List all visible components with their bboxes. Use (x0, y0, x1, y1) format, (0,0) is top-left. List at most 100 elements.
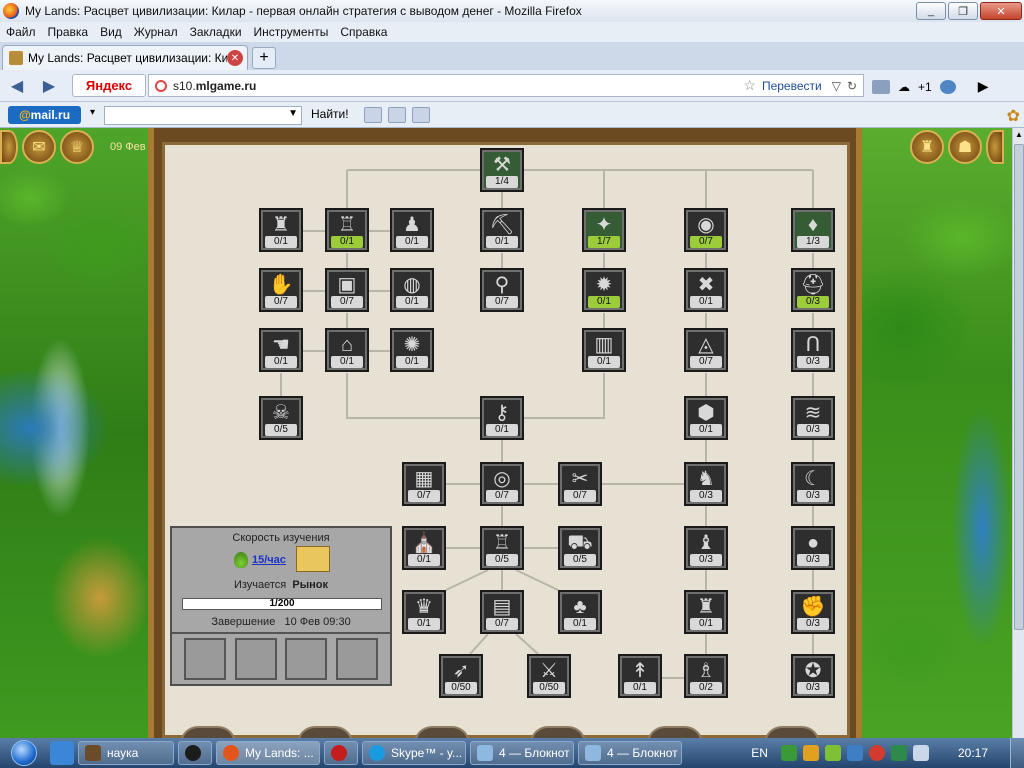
minimize-button[interactable]: _ (916, 2, 946, 20)
mailru-search-input[interactable]: ▼ (104, 106, 302, 125)
research-node-treasure[interactable]: ✦ 1/7 (582, 208, 626, 252)
url-dropdown-icon[interactable]: ▽ (832, 79, 841, 93)
site-identity-icon[interactable] (155, 79, 167, 92)
research-node-army[interactable]: ♝ 0/3 (684, 526, 728, 570)
bookmark-star-icon[interactable]: ☆ (743, 77, 756, 94)
taskbar-item-opera[interactable] (324, 741, 358, 765)
research-node-pawn[interactable]: ♟ 0/1 (390, 208, 434, 252)
research-node-eye-pyramid[interactable]: ◬ 0/7 (684, 328, 728, 372)
taskbar-item-notepad-2[interactable]: 4 — Блокнот (578, 741, 682, 765)
show-desktop-button[interactable] (1010, 738, 1024, 768)
research-node-monster[interactable]: ☠ 0/5 (259, 396, 303, 440)
highlight-icon[interactable] (388, 107, 406, 123)
research-node-spears[interactable]: ↟ 0/1 (618, 654, 662, 698)
menu-bookmarks[interactable]: Закладки (184, 25, 248, 39)
check-icon[interactable] (824, 745, 841, 761)
research-node-keys[interactable]: ⚷ 0/1 (480, 396, 524, 440)
forward-icon[interactable]: ▶ (38, 76, 60, 96)
tab-mylands[interactable]: My Lands: Расцвет цивилизации: Кила... ✕ (2, 45, 248, 70)
new-tab-button[interactable]: + (252, 47, 276, 69)
research-node-light[interactable]: ✺ 0/1 (390, 328, 434, 372)
research-node-guard[interactable]: ♗ 0/2 (684, 654, 728, 698)
research-node-fortress[interactable]: ♖ 0/1 (325, 208, 369, 252)
menu-file[interactable]: Файл (0, 25, 42, 39)
page-icon[interactable] (412, 107, 430, 123)
antivirus-icon[interactable] (868, 745, 885, 761)
menu-view[interactable]: Вид (94, 25, 128, 39)
research-node-chest[interactable]: ▣ 0/7 (325, 268, 369, 312)
restore-button[interactable]: ❐ (948, 2, 978, 20)
back-icon[interactable]: ◀ (6, 76, 28, 96)
research-node-castle[interactable]: ♖ 0/5 (480, 526, 524, 570)
taskbar-item-app[interactable] (178, 741, 212, 765)
research-node-crossbow[interactable]: ➶ 0/50 (439, 654, 483, 698)
yandex-search-button[interactable]: Яндекс (72, 74, 146, 97)
army-menu-icon[interactable]: ☗ (948, 130, 982, 164)
monitor-icon[interactable] (890, 745, 907, 761)
reload-icon[interactable]: ↻ (847, 79, 857, 93)
close-window-button[interactable]: ✕ (980, 2, 1022, 20)
research-node-crates[interactable]: ▦ 0/7 (402, 462, 446, 506)
trophy-icon[interactable]: ♕ (60, 130, 94, 164)
research-node-knights[interactable]: ♞ 0/3 (684, 462, 728, 506)
game-nav-right-icon[interactable] (986, 130, 1004, 164)
scroll-thumb[interactable] (1014, 144, 1024, 630)
mailru-logo[interactable]: @ mail.ru (8, 106, 81, 124)
research-node-root[interactable]: ⚒ 1/4 (480, 148, 524, 192)
find-button[interactable]: Найти! (311, 107, 349, 121)
research-node-sword[interactable]: ⚔ 0/50 (527, 654, 571, 698)
research-node-wings[interactable]: ≋ 0/3 (791, 396, 835, 440)
research-node-crown[interactable]: ♛ 0/1 (402, 590, 446, 634)
research-node-hammer[interactable]: ⚲ 0/7 (480, 268, 524, 312)
tray-app-icon[interactable] (846, 745, 863, 761)
research-node-cart[interactable]: ⛟ 0/5 (558, 526, 602, 570)
research-node-bow[interactable]: ☾ 0/3 (791, 462, 835, 506)
taskbar-item-firefox[interactable]: My Lands: ... (216, 741, 320, 765)
research-node-scroll[interactable]: ◎ 0/7 (480, 462, 524, 506)
scroll-menu-icon[interactable]: ✉ (22, 130, 56, 164)
research-node-eye[interactable]: ◉ 0/7 (684, 208, 728, 252)
menu-history[interactable]: Журнал (128, 25, 184, 39)
research-node-tree[interactable]: ♣ 0/1 (558, 590, 602, 634)
scroll-up-icon[interactable]: ▲ (1014, 130, 1024, 140)
research-slot[interactable] (335, 638, 378, 680)
tray-app-icon[interactable] (802, 745, 819, 761)
language-indicator[interactable]: EN (751, 746, 768, 760)
research-node-shield[interactable]: ⬢ 0/1 (684, 396, 728, 440)
menu-help[interactable]: Справка (334, 25, 393, 39)
text-size-icon[interactable] (364, 107, 382, 123)
translate-button[interactable]: Перевести (762, 79, 822, 93)
research-node-mask[interactable]: ✖ 0/1 (684, 268, 728, 312)
research-node-abacus[interactable]: ▤ 0/7 (480, 590, 524, 634)
taskbar-item-notepad-1[interactable]: 4 — Блокнот (470, 741, 574, 765)
research-node-handshake[interactable]: ✋ 0/7 (259, 268, 303, 312)
scroll-boost-icon[interactable] (296, 546, 330, 572)
start-button[interactable] (0, 738, 48, 768)
research-node-buildings[interactable]: ▥ 0/1 (582, 328, 626, 372)
research-node-star-circle[interactable]: ✪ 0/3 (791, 654, 835, 698)
close-tab-icon[interactable]: ✕ (227, 50, 243, 66)
menu-tools[interactable]: Инструменты (248, 25, 335, 39)
research-slot[interactable] (184, 638, 227, 680)
research-node-tools[interactable]: ✂ 0/7 (558, 462, 602, 506)
research-node-knuckles[interactable]: ✊ 0/3 (791, 590, 835, 634)
address-bar[interactable]: s10.mlgame.ru ☆ Перевести ▽ ↻ (148, 74, 864, 97)
research-node-horseshoe[interactable]: Ո 0/3 (791, 328, 835, 372)
research-node-helmet[interactable]: ⛑ 0/3 (791, 268, 835, 312)
research-node-houses[interactable]: ⌂ 0/1 (325, 328, 369, 372)
volume-icon[interactable] (912, 745, 929, 761)
castle-menu-icon[interactable]: ♜ (910, 130, 944, 164)
page-scrollbar[interactable]: ▲ (1012, 128, 1024, 738)
research-node-temple[interactable]: ⛪ 0/1 (402, 526, 446, 570)
research-slot[interactable] (234, 638, 277, 680)
network-icon[interactable] (780, 745, 797, 761)
taskbar-item-skype[interactable]: Skype™ - y... (362, 741, 466, 765)
search-dropdown-icon[interactable]: ▼ (288, 108, 298, 119)
research-rate-link[interactable]: 15/час (252, 554, 286, 566)
gear-icon[interactable]: ✿ (1007, 106, 1020, 126)
research-node-cannon[interactable]: ✹ 0/1 (582, 268, 626, 312)
research-node-backpack[interactable]: ♦ 1/3 (791, 208, 835, 252)
addon-icon[interactable] (939, 79, 956, 94)
menu-arrow-icon[interactable]: ▶ (978, 78, 989, 95)
game-nav-icon[interactable] (0, 130, 18, 164)
